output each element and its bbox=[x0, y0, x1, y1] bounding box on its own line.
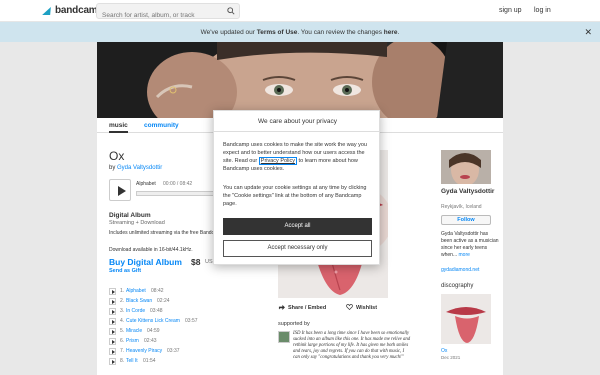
close-icon[interactable]: ✕ bbox=[584, 27, 592, 38]
banner-prefix: We've updated our bbox=[200, 28, 255, 36]
search-box bbox=[96, 3, 240, 23]
modal-paragraph-cookies: Bandcamp uses cookies to make the site w… bbox=[223, 141, 375, 173]
bandcamp-logo[interactable]: bandcamp bbox=[42, 5, 104, 16]
accept-all-button[interactable]: Accept all bbox=[223, 218, 372, 235]
banner-here-link[interactable]: here bbox=[384, 29, 398, 36]
privacy-modal: We care about your privacy Bandcamp uses… bbox=[213, 110, 381, 265]
log-in-link[interactable]: log in bbox=[534, 7, 551, 14]
banner-middle: . You can review the changes bbox=[297, 28, 382, 36]
terms-banner: We've updated our Terms of Use. You can … bbox=[0, 22, 600, 42]
search-icon[interactable] bbox=[227, 7, 235, 15]
modal-paragraph-settings: You can update your cookie settings at a… bbox=[223, 185, 367, 207]
modal-title: We care about your privacy bbox=[214, 111, 381, 132]
banner-suffix: . bbox=[397, 28, 400, 36]
search-input[interactable] bbox=[97, 8, 222, 23]
terms-of-use-link[interactable]: Terms of Use bbox=[257, 29, 298, 36]
top-bar: bandcamp sign up log in bbox=[0, 0, 600, 23]
bandcamp-logo-icon bbox=[42, 6, 54, 15]
privacy-policy-link[interactable]: Privacy Policy bbox=[258, 157, 298, 165]
accept-necessary-button[interactable]: Accept necessary only bbox=[223, 240, 372, 257]
sign-up-link[interactable]: sign up bbox=[499, 7, 522, 14]
